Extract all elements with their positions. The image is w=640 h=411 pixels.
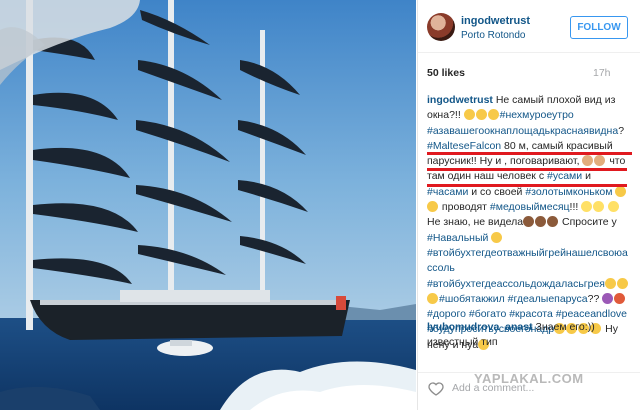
emoji-icon <box>427 201 438 213</box>
emoji-icon <box>605 277 616 289</box>
hashtag[interactable]: #усами <box>547 170 582 182</box>
hashtag[interactable]: #втойбухтегдеотважныйгрейнашелсвоюассоль <box>427 247 628 274</box>
hashtag[interactable]: #шобятакжил <box>439 293 505 305</box>
follow-button[interactable]: FOLLOW <box>570 16 628 39</box>
post-caption: ingodwetrust Не самый плохой вид из окна… <box>427 93 633 353</box>
devil-icon <box>602 292 614 304</box>
hashtag[interactable]: #нехмуроеутро <box>500 109 574 121</box>
hashtag[interactable]: #азавашегоокнаплощадькраснаявидна <box>427 125 618 137</box>
hashtag[interactable]: #MalteseFalcon <box>427 140 501 152</box>
sparkle-icon <box>608 201 620 213</box>
hashtag[interactable]: #втойбухтегдеассольдождаласьгрея <box>427 278 605 290</box>
hashtag[interactable]: #богато <box>469 308 506 320</box>
caption-text: Спросите у <box>559 216 617 229</box>
emoji-icon <box>491 231 503 243</box>
hashtag[interactable]: #гдеалыепаруса <box>508 293 588 305</box>
emoji-icon <box>615 185 627 197</box>
caption-text: и <box>582 170 591 183</box>
hashtag[interactable]: #медовыймесяц <box>490 201 570 213</box>
monkey-icon <box>523 216 535 228</box>
post-age: 17h <box>593 67 611 79</box>
hashtag[interactable]: #часами <box>427 186 468 198</box>
caption-text: ? <box>618 124 625 137</box>
highlight-underline <box>427 168 627 171</box>
caption-username[interactable]: ingodwetrust <box>427 94 493 106</box>
sparkle-icon <box>581 201 593 213</box>
comment-username[interactable]: lyubomudrova_anast <box>427 321 533 333</box>
caption-text: проводят <box>439 201 490 214</box>
emoji-icon <box>427 292 438 304</box>
monkey-icon <box>535 216 547 228</box>
yacht-photo <box>0 0 416 410</box>
post-photo[interactable] <box>0 0 416 410</box>
emoji-icon <box>594 155 606 167</box>
post-username[interactable]: ingodwetrust <box>461 15 530 27</box>
emoji-icon <box>582 155 594 167</box>
emoji-icon <box>617 277 628 289</box>
hashtag[interactable]: #Навальный <box>427 232 488 244</box>
sparkle-icon <box>593 201 605 213</box>
emoji-icon <box>487 109 499 121</box>
caption-text: !!! <box>569 201 582 214</box>
comment: lyubomudrova_anast Знаем его:)) известны… <box>427 320 633 350</box>
heart-icon[interactable] <box>428 381 444 397</box>
caption-text: Не знаю, не видела <box>427 216 524 229</box>
hashtag[interactable]: #золотымконьком <box>525 186 612 198</box>
emoji-icon <box>475 109 487 121</box>
emoji-icon <box>614 292 626 304</box>
highlight-underline <box>427 152 632 155</box>
likes-count[interactable]: 50 likes <box>427 67 465 79</box>
avatar[interactable] <box>427 13 455 41</box>
hashtag[interactable]: #дорого <box>427 308 466 320</box>
caption-text: и со своей <box>468 185 526 198</box>
monkey-icon <box>547 216 559 228</box>
post-location[interactable]: Porto Rotondo <box>461 30 526 41</box>
caption-text: ?? <box>587 292 600 305</box>
post-header: ingodwetrust Porto Rotondo FOLLOW <box>418 0 640 53</box>
watermark: YAPLAKAL.COM <box>474 371 584 386</box>
post-panel: ingodwetrust Porto Rotondo FOLLOW 50 lik… <box>417 0 640 410</box>
hashtag[interactable]: #peaceandlove <box>556 308 627 320</box>
highlight-underline <box>427 184 627 187</box>
emoji-icon <box>463 109 475 121</box>
hashtag[interactable]: #красота <box>509 308 553 320</box>
